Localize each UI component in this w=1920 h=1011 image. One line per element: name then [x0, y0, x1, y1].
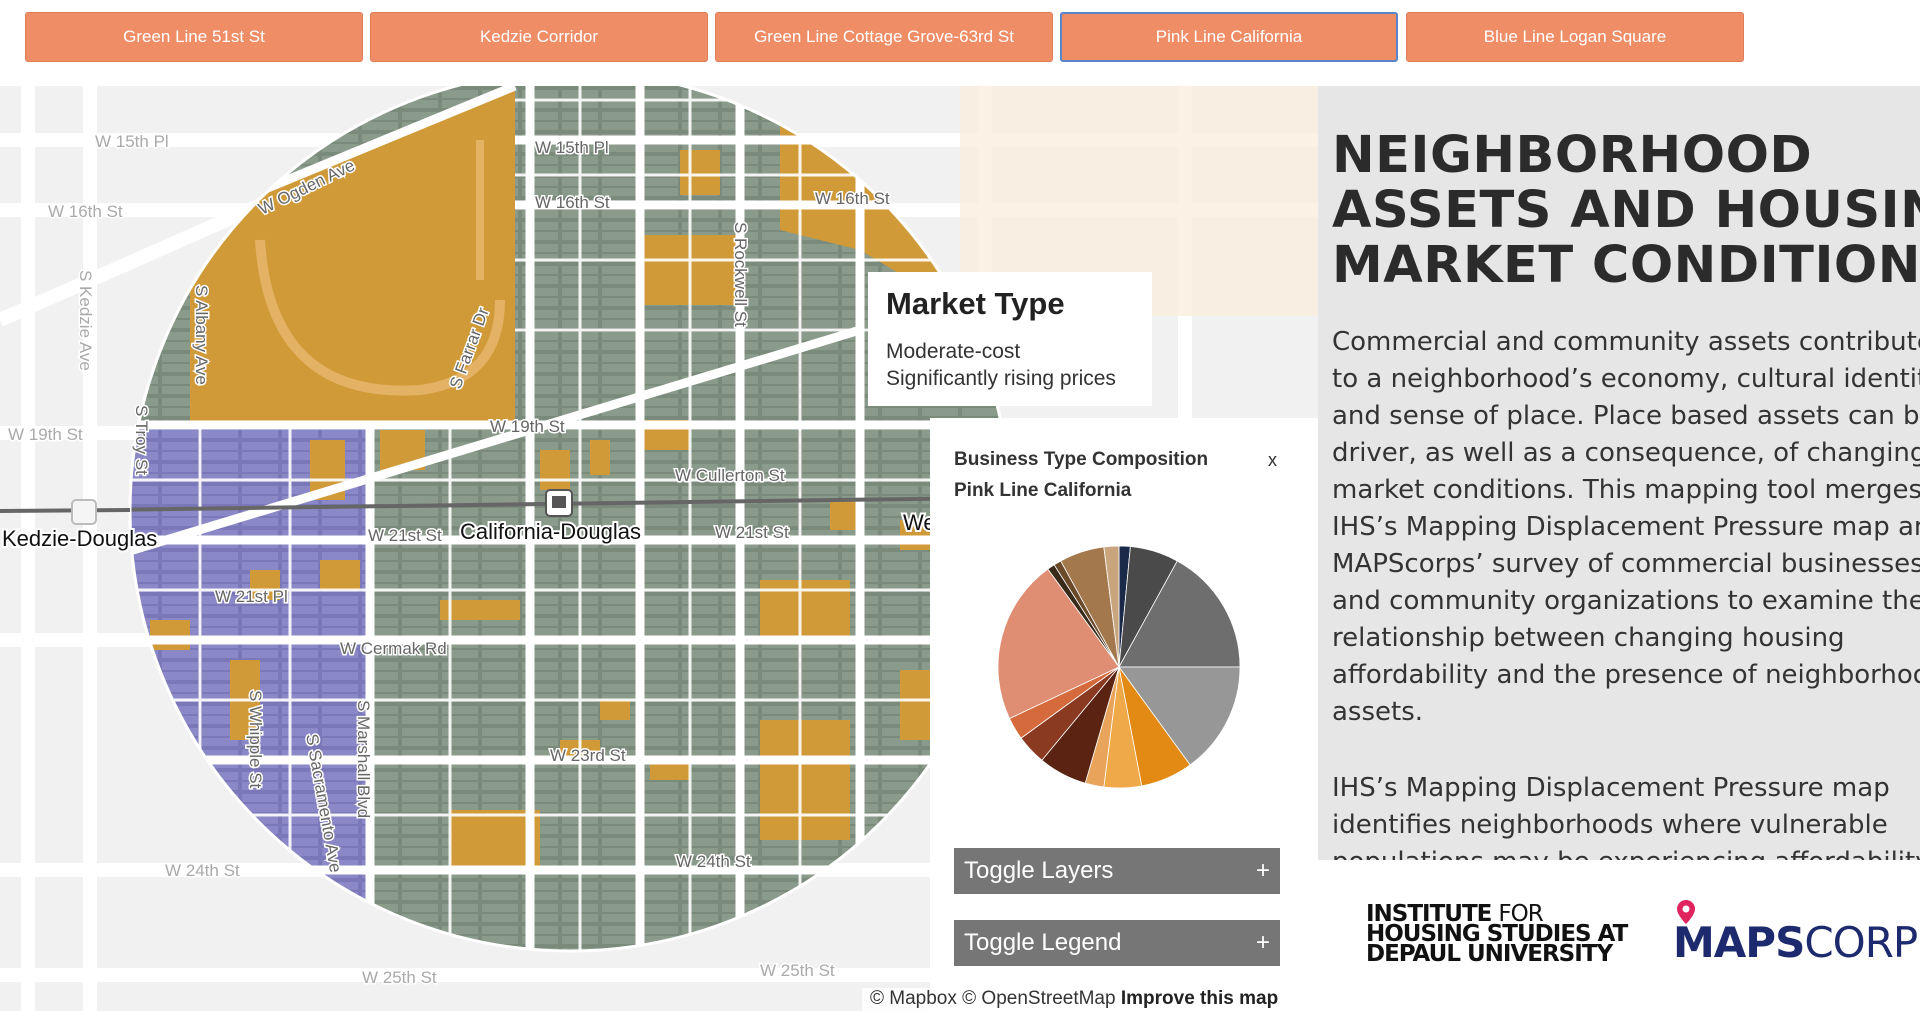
mapscorps-logo[interactable]: MAPSCORPS — [1673, 918, 1920, 967]
street-label: W 21st St — [715, 523, 789, 542]
title-line: NEIGHBORHOOD — [1332, 126, 1813, 185]
station-label: Kedzie-Douglas — [2, 526, 157, 551]
tab-green-line-51st[interactable]: Green Line 51st St — [25, 12, 363, 62]
description-panel[interactable]: NEIGHBORHOOD ASSETS AND HOUSING MARKET C… — [1318, 86, 1920, 860]
street-label: W 24th St — [676, 852, 751, 871]
market-type-title: Market Type — [886, 286, 1065, 321]
page-title: NEIGHBORHOOD ASSETS AND HOUSING MARKET C… — [1332, 128, 1920, 293]
street-label: W 25th St — [362, 968, 437, 987]
street-label: W 16th St — [815, 189, 890, 208]
market-price-trend-text: Significantly rising prices — [886, 367, 1116, 390]
train-station-icon[interactable] — [71, 499, 97, 525]
second-paragraph: IHS’s Mapping Displacement Pressure map … — [1332, 770, 1920, 860]
street-label: W 16th St — [48, 202, 123, 221]
map-attribution: © Mapbox © OpenStreetMap Improve this ma… — [862, 988, 1287, 1011]
title-line: ASSETS AND HOUSING — [1332, 181, 1920, 240]
ihs-logo[interactable]: INSTITUTE FOR HOUSING STUDIES AT DEPAUL … — [1366, 903, 1628, 967]
street-label: W 19th St — [8, 425, 83, 444]
page: Green Line 51st St Kedzie Corridor Green… — [0, 0, 1920, 1011]
business-type-pie-chart — [997, 545, 1241, 789]
text-line: driver, as well as a consequence, of cha… — [1332, 438, 1920, 468]
tab-kedzie-corridor[interactable]: Kedzie Corridor — [370, 12, 708, 62]
street-label: W 25th St — [760, 961, 835, 980]
toggle-legend-label: Toggle Legend — [964, 929, 1122, 956]
logo-text: CORPS — [1804, 918, 1920, 967]
tab-pink-line-california[interactable]: Pink Line California — [1060, 12, 1398, 62]
text-line: populations may be experiencing affordab… — [1332, 844, 1920, 860]
street-label: S Kedzie Ave — [76, 270, 95, 371]
panel-title: Business Type Composition Pink Line Cali… — [954, 444, 1208, 506]
toggle-legend-button[interactable]: Toggle Legend + — [954, 920, 1280, 966]
text-line: market conditions. This mapping tool mer… — [1332, 475, 1920, 505]
street-label: W 21st St — [368, 526, 442, 545]
text-line: affordability and the presence of neighb… — [1332, 660, 1920, 690]
mapbox-link[interactable]: © Mapbox — [870, 988, 957, 1009]
text-line: Commercial and community assets contribu… — [1332, 327, 1920, 357]
business-composition-panel: Business Type Composition Pink Line Cali… — [930, 418, 1318, 1011]
text-line: relationship between changing housing — [1332, 623, 1845, 653]
street-label: W Cullerton St — [675, 466, 785, 485]
intro-paragraph: Commercial and community assets contribu… — [1332, 324, 1920, 731]
street-label: S Rockwell St — [731, 222, 750, 327]
street-label: W 16th St — [535, 193, 610, 212]
street-label: S Marshall Blvd — [354, 700, 373, 818]
text-line: and sense of place. Place based assets c… — [1332, 401, 1920, 431]
tab-blue-line-logan-square[interactable]: Blue Line Logan Square — [1406, 12, 1744, 62]
close-panel-button[interactable]: x — [1268, 450, 1277, 471]
street-label: W 21st Pl — [215, 587, 288, 606]
text-line: to a neighborhood’s economy, cultural id… — [1332, 364, 1920, 394]
street-label: W 23rd St — [550, 746, 626, 765]
toggle-layers-button[interactable]: Toggle Layers + — [954, 848, 1280, 894]
logo-bar: INSTITUTE FOR HOUSING STUDIES AT DEPAUL … — [1318, 860, 1920, 1011]
station-label: California-Douglas — [460, 519, 641, 544]
street-label: S Albany Ave — [192, 285, 211, 385]
market-cost-text: Moderate-cost — [886, 340, 1021, 363]
street-label: W 15th Pl — [95, 132, 169, 151]
toggle-layers-label: Toggle Layers — [964, 857, 1114, 884]
text-line: IHS’s Mapping Displacement Pressure map … — [1332, 512, 1920, 542]
text-line: IHS’s Mapping Displacement Pressure map — [1332, 773, 1890, 803]
tab-bar: Green Line 51st St Kedzie Corridor Green… — [0, 0, 1920, 86]
tab-green-line-cottage-grove[interactable]: Green Line Cottage Grove-63rd St — [715, 12, 1053, 62]
text-line: MAPScorps’ survey of commercial business… — [1332, 549, 1920, 579]
street-label: W Cermak Rd — [340, 639, 447, 658]
street-label: W 19th St — [490, 417, 565, 436]
panel-title-line2: Pink Line California — [954, 480, 1132, 501]
street-label: S Whipple St — [246, 690, 265, 789]
market-type-popup: Market Type Moderate-cost Significantly … — [868, 272, 1152, 406]
logo-text: DEPAUL UNIVERSITY — [1366, 941, 1613, 967]
logo-text: MAPS — [1673, 918, 1805, 967]
street-label: S Troy St — [132, 405, 151, 475]
text-line: assets. — [1332, 697, 1424, 727]
plus-icon: + — [1255, 857, 1270, 884]
text-line: and community organizations to examine t… — [1332, 586, 1920, 616]
osm-link[interactable]: © OpenStreetMap — [962, 988, 1115, 1009]
text-line: identifies neighborhoods where vulnerabl… — [1332, 810, 1888, 840]
title-line: MARKET CONDITIONS — [1332, 236, 1920, 295]
plus-icon: + — [1255, 929, 1270, 956]
street-label: W 15th Pl — [535, 138, 609, 157]
improve-map-link[interactable]: Improve this map — [1121, 988, 1278, 1009]
panel-title-line1: Business Type Composition — [954, 449, 1209, 470]
street-label: W 24th St — [165, 861, 240, 880]
